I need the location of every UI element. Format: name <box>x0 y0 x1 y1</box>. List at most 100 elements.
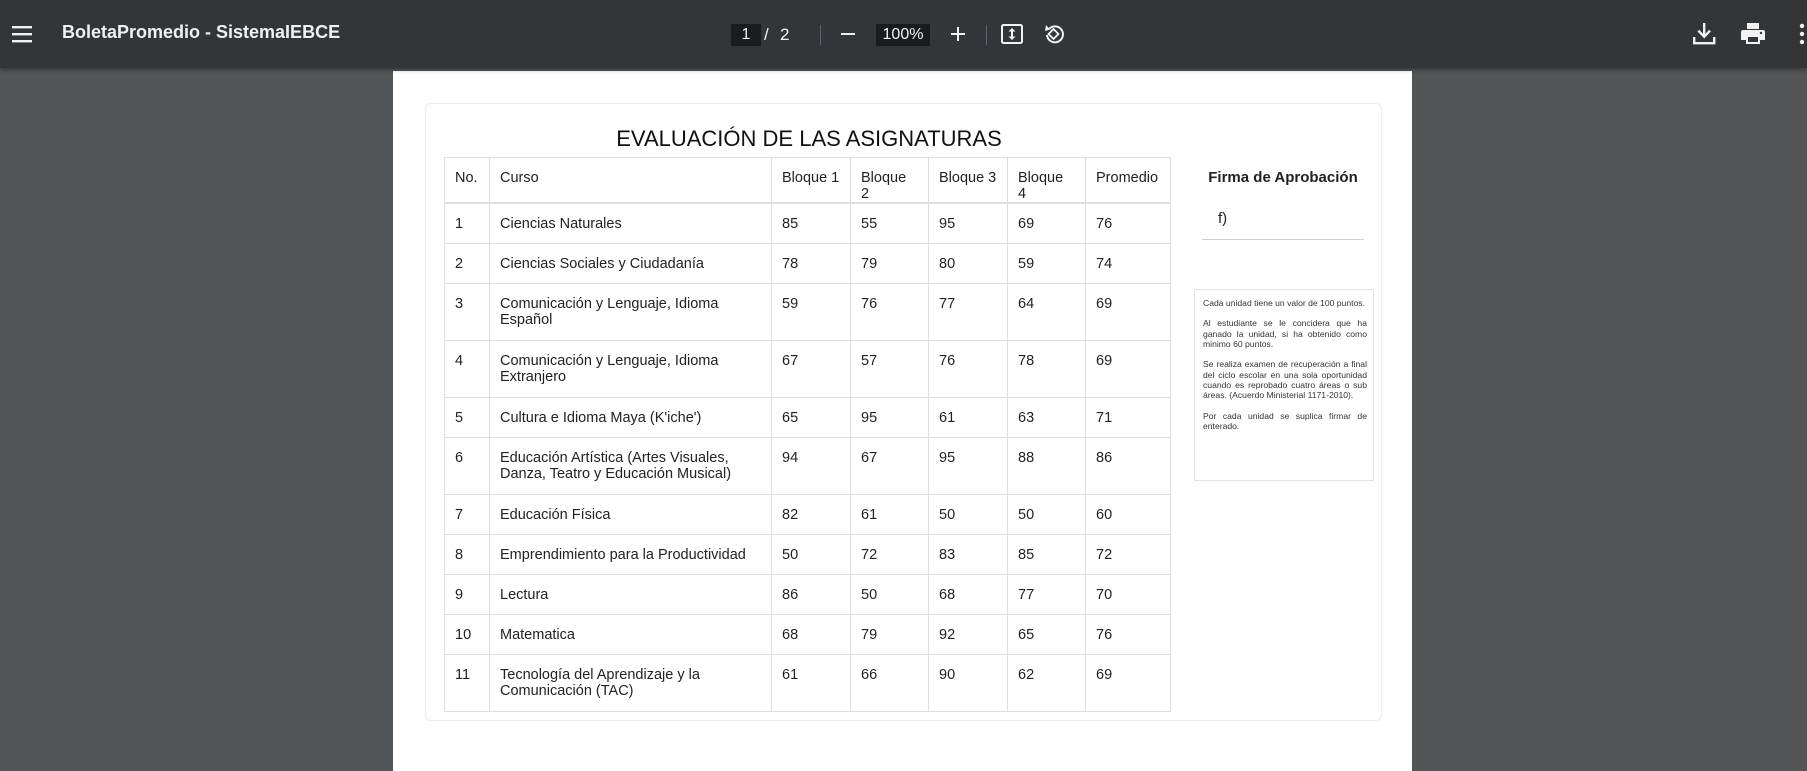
table-row: 3 Comunicación y Lenguaje, Idioma Españo… <box>444 282 1171 341</box>
row-number: 7 <box>444 493 490 535</box>
bloque-2-grade: 55 <box>850 202 929 244</box>
bloque-3-grade: 80 <box>928 242 1008 284</box>
notes-box: Cada unidad tiene un valor de 100 puntos… <box>1194 289 1374 481</box>
row-number: 4 <box>444 339 490 398</box>
bloque-1-grade: 68 <box>771 613 851 655</box>
table-row: 6 Educación Artística (Artes Visuales, D… <box>444 436 1171 495</box>
row-number: 10 <box>444 613 490 655</box>
page-total: 2 <box>780 25 790 44</box>
approval-title: Firma de Aprobación <box>1208 169 1358 186</box>
bloque-4-grade: 59 <box>1007 242 1086 284</box>
bloque-2-grade: 79 <box>850 613 929 655</box>
zoom-input[interactable] <box>876 24 930 46</box>
average-grade: 69 <box>1085 282 1171 341</box>
table-row: 1 Ciencias Naturales 85 55 95 69 76 <box>444 202 1171 244</box>
average-grade: 86 <box>1085 436 1171 495</box>
rotate-button[interactable] <box>1038 18 1070 50</box>
zoom-in-button[interactable] <box>942 18 974 50</box>
bloque-1-grade: 85 <box>771 202 851 244</box>
course-name: Comunicación y Lenguaje, Idioma Extranje… <box>489 339 772 398</box>
course-name: Tecnología del Aprendizaje y la Comunica… <box>489 653 772 712</box>
bloque-3-grade: 95 <box>928 436 1008 495</box>
course-name: Matematica <box>489 613 772 655</box>
bloque-3-grade: 90 <box>928 653 1008 712</box>
bloque-3-grade: 83 <box>928 533 1008 575</box>
average-grade: 76 <box>1085 613 1171 655</box>
fit-page-button[interactable] <box>996 18 1028 50</box>
bloque-1-grade: 82 <box>771 493 851 535</box>
column-header: Bloque 2 <box>850 157 929 204</box>
bloque-3-grade: 77 <box>928 282 1008 341</box>
zoom-out-button[interactable] <box>832 18 864 50</box>
course-name: Ciencias Sociales y Ciudadanía <box>489 242 772 284</box>
bloque-2-grade: 72 <box>850 533 929 575</box>
bloque-2-grade: 79 <box>850 242 929 284</box>
bloque-4-grade: 69 <box>1007 202 1086 244</box>
page-number-input[interactable] <box>731 24 761 46</box>
bloque-4-grade: 78 <box>1007 339 1086 398</box>
note-text: Al estudiante se le concidera que ha gan… <box>1203 318 1367 349</box>
menu-icon[interactable] <box>8 18 40 50</box>
bloque-2-grade: 61 <box>850 493 929 535</box>
table-row: 7 Educación Física 82 61 50 50 60 <box>444 493 1171 535</box>
course-name: Ciencias Naturales <box>489 202 772 244</box>
column-header: Bloque 3 <box>928 157 1008 204</box>
fit-page-icon <box>996 18 1028 50</box>
rotate-icon <box>1038 18 1070 50</box>
average-grade: 71 <box>1085 396 1171 438</box>
column-header: Bloque 4 <box>1007 157 1086 204</box>
column-header: Promedio <box>1085 157 1171 204</box>
row-number: 8 <box>444 533 490 575</box>
row-number: 2 <box>444 242 490 284</box>
bloque-3-grade: 68 <box>928 573 1008 615</box>
bloque-2-grade: 57 <box>850 339 929 398</box>
page-separator: / <box>764 25 769 44</box>
average-grade: 60 <box>1085 493 1171 535</box>
table-header-row: No. Curso Bloque 1 Bloque 2 Bloque 3 Blo… <box>444 157 1171 204</box>
pdf-toolbar: BoletaPromedio - SistemaIEBCE / 2 <box>0 0 1807 68</box>
row-number: 1 <box>444 202 490 244</box>
course-name: Comunicación y Lenguaje, Idioma Español <box>489 282 772 341</box>
bloque-4-grade: 88 <box>1007 436 1086 495</box>
course-name: Lectura <box>489 573 772 615</box>
bloque-4-grade: 50 <box>1007 493 1086 535</box>
bloque-4-grade: 77 <box>1007 573 1086 615</box>
plus-icon <box>942 18 974 50</box>
print-icon <box>1737 18 1769 50</box>
table-row: 8 Emprendimiento para la Productividad 5… <box>444 533 1171 575</box>
download-button[interactable] <box>1688 18 1720 50</box>
row-number: 5 <box>444 396 490 438</box>
minus-icon <box>832 18 864 50</box>
approval-signature-section: Firma de Aprobación f) <box>1194 157 1372 240</box>
bloque-3-grade: 61 <box>928 396 1008 438</box>
table-row: 10 Matematica 68 79 92 65 76 <box>444 613 1171 655</box>
bloque-1-grade: 94 <box>771 436 851 495</box>
bloque-1-grade: 78 <box>771 242 851 284</box>
bloque-2-grade: 66 <box>850 653 929 712</box>
note-text: Por cada unidad se suplica firmar de ent… <box>1203 410 1367 431</box>
bloque-4-grade: 65 <box>1007 613 1086 655</box>
row-number: 11 <box>444 653 490 712</box>
bloque-1-grade: 67 <box>771 339 851 398</box>
bloque-2-grade: 50 <box>850 573 929 615</box>
report-card: EVALUACIÓN DE LAS ASIGNATURAS No. Curso … <box>425 103 1382 721</box>
toolbar-divider <box>820 25 821 45</box>
average-grade: 69 <box>1085 653 1171 712</box>
average-grade: 70 <box>1085 573 1171 615</box>
more-icon <box>1786 18 1807 50</box>
print-button[interactable] <box>1737 18 1769 50</box>
column-header: Bloque 1 <box>771 157 851 204</box>
average-grade: 72 <box>1085 533 1171 575</box>
column-header: Curso <box>489 157 772 204</box>
more-options-button[interactable] <box>1786 18 1807 50</box>
row-number: 9 <box>444 573 490 615</box>
row-number: 3 <box>444 282 490 341</box>
bloque-4-grade: 64 <box>1007 282 1086 341</box>
course-name: Cultura e Idioma Maya (K'iche') <box>489 396 772 438</box>
bloque-1-grade: 65 <box>771 396 851 438</box>
course-name: Educación Artística (Artes Visuales, Dan… <box>489 436 772 495</box>
average-grade: 76 <box>1085 202 1171 244</box>
column-header: No. <box>444 157 490 204</box>
bloque-1-grade: 50 <box>771 533 851 575</box>
bloque-3-grade: 76 <box>928 339 1008 398</box>
